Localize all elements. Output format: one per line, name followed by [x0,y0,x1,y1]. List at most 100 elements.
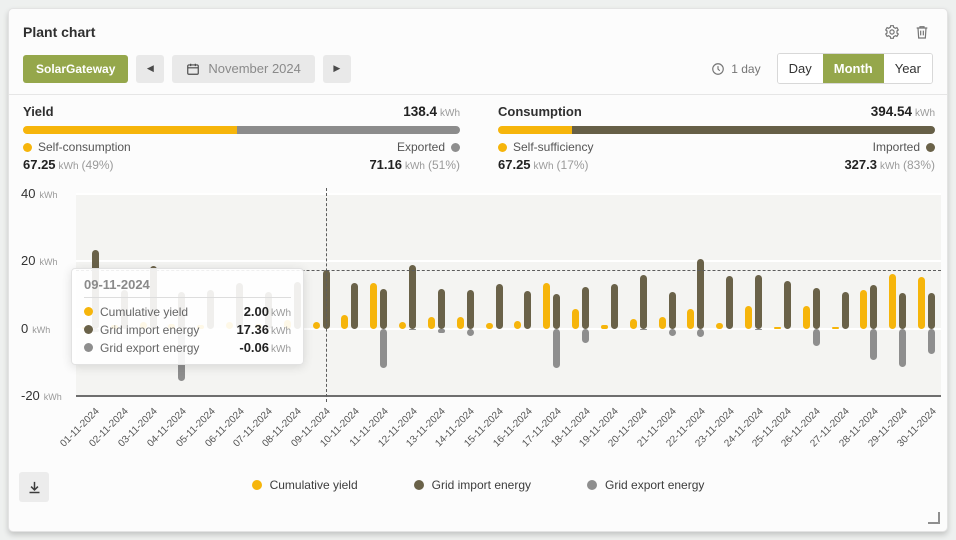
chart-footer: Cumulative yield Grid import energy Grid e… [9,466,947,531]
bar-export[interactable] [582,329,589,344]
yield-progress-bar [23,126,460,134]
self-consumption-label: Self-consumption [38,140,131,154]
interval-label: 1 day [731,62,760,76]
bar-export[interactable] [438,329,445,334]
bar-yield[interactable] [803,306,810,329]
bar-yield[interactable] [774,327,781,329]
bar-import[interactable] [524,291,531,329]
settings-gear-icon[interactable] [883,23,901,41]
bar-import[interactable] [726,276,733,329]
delete-trash-icon[interactable] [913,23,931,41]
imported-value: 327.3kWh(83%) [844,157,935,172]
y-axis-tick: -20kWh [21,387,62,405]
bar-import[interactable] [611,284,618,329]
self-consumption-value: 67.25kWh(49%) [23,157,114,172]
tooltip-row: Grid export energy-0.06kWh [84,340,291,355]
chart-area[interactable]: 40kWh20kWh0kWh-20kWh01-11-202402-11-2024… [9,182,947,466]
bar-import[interactable] [784,281,791,329]
bar-import[interactable] [467,290,474,329]
bar-yield[interactable] [601,325,608,328]
bar-export[interactable] [928,329,935,355]
bar-export[interactable] [870,329,877,360]
consumption-progress-bar [498,126,935,134]
view-button-month[interactable]: Month [823,54,884,83]
yield-panel: Yield 138.4kWh Self-consumption Exported… [23,104,460,172]
bar-import[interactable] [351,283,358,329]
bar-import[interactable] [582,287,589,329]
bar-yield[interactable] [687,309,694,329]
tooltip-row: Cumulative yield2.00kWh [84,304,291,319]
bar-yield[interactable] [745,306,752,329]
bar-yield[interactable] [370,283,377,329]
bar-import[interactable] [899,293,906,328]
consumption-progress-rest [572,126,935,134]
tooltip-series-label: Grid export energy [100,341,232,355]
exported-value: 71.16kWh(51%) [369,157,460,172]
bar-import[interactable] [669,292,676,329]
tooltip-series-label: Grid import energy [100,323,229,337]
bar-import[interactable] [438,289,445,329]
bar-import[interactable] [640,275,647,329]
bar-yield[interactable] [486,323,493,328]
bar-yield[interactable] [716,323,723,329]
legend-label: Cumulative yield [270,478,358,492]
consumption-panel: Consumption 394.54kWh Self-sufficiency I… [498,104,935,172]
resize-handle-icon[interactable] [928,512,940,524]
bar-import[interactable] [870,285,877,328]
tooltip-series-value: 17.36kWh [236,322,291,337]
bar-export[interactable] [899,329,906,367]
bar-yield[interactable] [832,327,839,329]
bar-export[interactable] [669,329,676,336]
legend-label: Grid export energy [605,478,704,492]
bar-export[interactable] [813,329,820,347]
bar-import[interactable] [928,293,935,329]
legend-dot [252,480,262,490]
view-button-year[interactable]: Year [884,54,932,83]
y-axis-tick: 20kWh [21,252,57,270]
legend-dot [587,480,597,490]
yield-progress-fill [23,126,237,134]
date-picker-button[interactable]: November 2024 [172,55,315,83]
bar-import[interactable] [813,288,820,329]
view-button-day[interactable]: Day [778,54,823,83]
bar-export[interactable] [553,329,560,368]
self-sufficiency-value: 67.25kWh(17%) [498,157,589,172]
bar-yield[interactable] [572,309,579,329]
bar-yield[interactable] [659,317,666,329]
bar-yield[interactable] [889,274,896,329]
bar-import[interactable] [496,284,503,328]
bar-yield[interactable] [341,315,348,329]
bar-yield[interactable] [514,321,521,329]
bar-yield[interactable] [860,290,867,328]
bar-yield[interactable] [457,317,464,328]
summary-section: Yield 138.4kWh Self-consumption Exported… [9,95,947,182]
bar-yield[interactable] [630,319,637,329]
bar-yield[interactable] [428,317,435,329]
prev-month-button[interactable]: ◀ [136,55,164,83]
bar-import[interactable] [697,259,704,329]
next-month-button[interactable]: ▶ [323,55,351,83]
imported-label: Imported [873,140,920,154]
tooltip-series-dot [84,343,93,352]
bar-import[interactable] [380,289,387,329]
bar-yield[interactable] [313,322,320,329]
bar-import[interactable] [553,294,560,329]
legend-dot [414,480,424,490]
bar-yield[interactable] [399,322,406,329]
date-label: November 2024 [208,61,301,76]
bar-import[interactable] [409,265,416,329]
legend-label: Grid import energy [432,478,531,492]
bar-import[interactable] [755,275,762,329]
gateway-badge[interactable]: SolarGateway [23,55,128,83]
bar-import[interactable] [842,292,849,328]
bar-yield[interactable] [543,283,550,329]
toolbar: SolarGateway ◀ November 2024 ▶ 1 day Day… [9,45,947,94]
yield-title: Yield [23,104,54,119]
bar-export[interactable] [467,329,474,336]
y-axis-tick: 40kWh [21,185,57,203]
bar-yield[interactable] [918,277,925,329]
bar-export[interactable] [380,329,387,369]
calendar-icon [186,62,200,76]
legend-item-1: Cumulative yield [252,478,358,492]
page-title: Plant chart [23,24,95,40]
